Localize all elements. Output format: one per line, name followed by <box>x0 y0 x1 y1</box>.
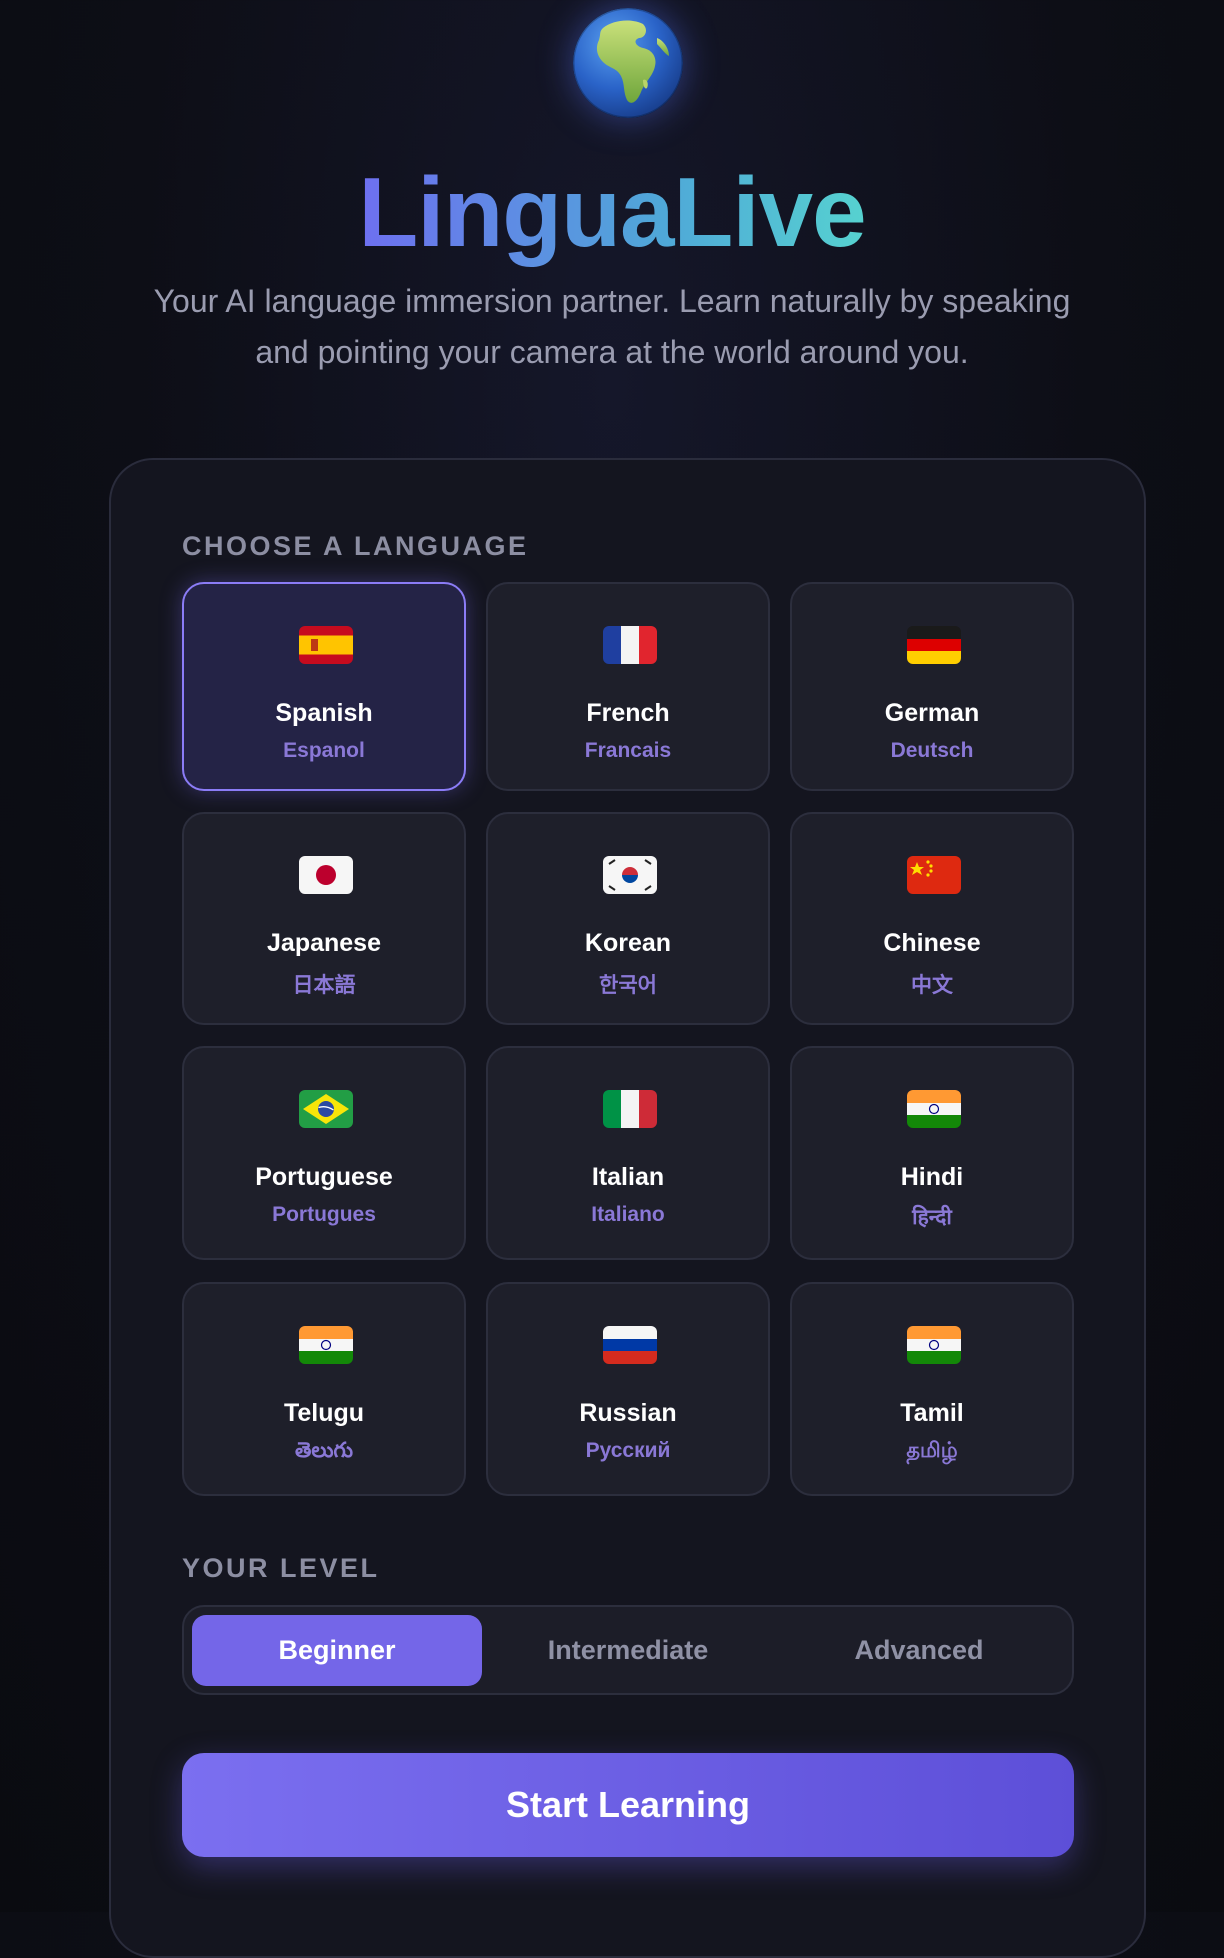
app-subtitle: Your AI language immersion partner. Lear… <box>153 283 1071 370</box>
choose-language-label: CHOOSE A LANGUAGE <box>182 531 529 561</box>
language-name: Spanish <box>275 699 373 727</box>
language-name: Japanese <box>267 929 381 957</box>
india-flag-icon <box>299 1326 353 1364</box>
language-tile-korean[interactable]: Korean 한국어 <box>486 812 770 1025</box>
language-tile-russian[interactable]: Russian Русский <box>486 1282 770 1496</box>
language-name: Portuguese <box>255 1163 393 1191</box>
brazil-flag-icon <box>299 1090 353 1128</box>
language-native-name: 中文 <box>911 974 953 997</box>
germany-flag-icon <box>907 626 961 664</box>
language-tile-hindi[interactable]: Hindi हिन्दी <box>790 1046 1074 1260</box>
language-tile-portuguese[interactable]: Portuguese Portugues <box>182 1046 466 1260</box>
china-flag-icon <box>907 856 961 894</box>
language-tile-italian[interactable]: Italian Italiano <box>486 1046 770 1260</box>
language-tile-spanish[interactable]: Spanish Espanol <box>182 582 466 791</box>
language-native-name: Francais <box>584 739 672 762</box>
language-native-name: 日本語 <box>292 974 356 997</box>
language-native-name: Italiano <box>591 1203 665 1226</box>
language-name: French <box>586 699 670 727</box>
language-tile-french[interactable]: French Francais <box>486 582 770 791</box>
your-level-label: YOUR LEVEL <box>182 1553 380 1583</box>
language-name: Telugu <box>283 1399 365 1427</box>
japan-flag-icon <box>299 856 353 894</box>
language-tile-japanese[interactable]: Japanese 日本語 <box>182 812 466 1025</box>
level-option-beginner[interactable]: Beginner <box>192 1615 482 1686</box>
language-tile-telugu[interactable]: Telugu తెలుగు <box>182 1282 466 1496</box>
language-native-name: Portugues <box>272 1203 376 1226</box>
russia-flag-icon <box>603 1326 657 1364</box>
level-option-advanced[interactable]: Advanced <box>774 1615 1064 1686</box>
language-native-name: Espanol <box>283 739 365 762</box>
language-native-name: தமிழ் <box>906 1439 958 1462</box>
language-name: Italian <box>591 1163 665 1191</box>
language-name: Chinese <box>883 929 981 957</box>
language-tile-german[interactable]: German Deutsch <box>790 582 1074 791</box>
globe-africa-icon <box>573 8 683 118</box>
language-native-name: తెలుగు <box>294 1439 353 1462</box>
language-native-name: Deutsch <box>890 739 974 762</box>
language-tile-chinese[interactable]: Chinese 中文 <box>790 812 1074 1025</box>
india-flag-icon <box>907 1090 961 1128</box>
france-flag-icon <box>603 626 657 664</box>
india-flag-icon <box>907 1326 961 1364</box>
language-name: Tamil <box>900 1399 964 1427</box>
level-option-intermediate[interactable]: Intermediate <box>483 1615 773 1686</box>
level-selector: Beginner Intermediate Advanced <box>182 1605 1074 1695</box>
language-name: Korean <box>584 929 672 957</box>
language-native-name: 한국어 <box>599 974 657 997</box>
italy-flag-icon <box>603 1090 657 1128</box>
language-tile-tamil[interactable]: Tamil தமிழ் <box>790 1282 1074 1496</box>
language-native-name: Русский <box>585 1439 671 1462</box>
language-name: Hindi <box>900 1163 964 1191</box>
language-name: Russian <box>579 1399 677 1427</box>
spain-flag-icon <box>299 626 353 664</box>
start-learning-button[interactable]: Start Learning <box>182 1753 1074 1857</box>
app-title: LinguaLive <box>358 157 866 267</box>
south-korea-flag-icon <box>603 856 657 894</box>
language-native-name: हिन्दी <box>912 1206 952 1229</box>
language-name: German <box>884 699 980 727</box>
